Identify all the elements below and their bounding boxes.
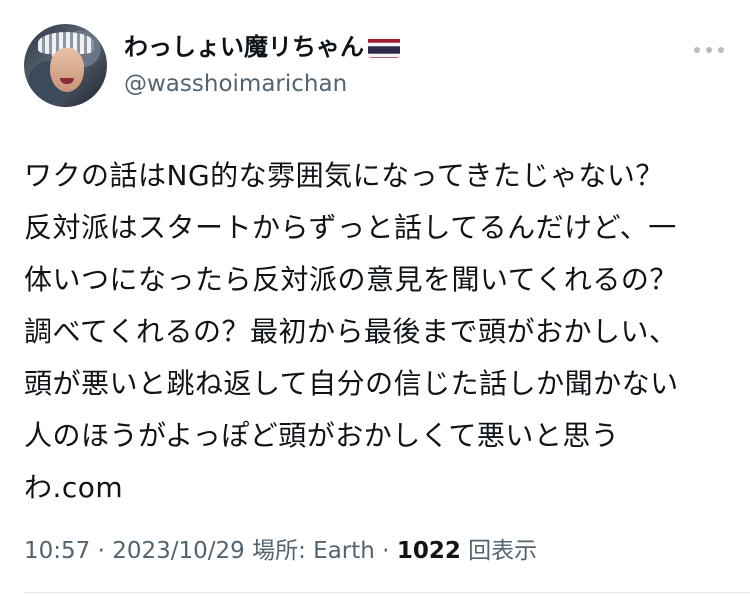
tweet-line: 反対派はスタートからずっと話してるんだけど、一 <box>24 211 677 244</box>
tweet-line: 調べてくれるの？最初から最後まで頭がおかしい、 <box>24 315 678 348</box>
display-name[interactable]: わっしょい魔リちゃん <box>124 30 364 64</box>
avatar-face <box>50 48 84 92</box>
tweet-text: ワクの話はNG的な雰囲気になってきたじゃない？ 反対派はスタートからずっと話して… <box>24 150 734 514</box>
tweet-line: 頭が悪いと跳ね返して自分の信じた話しか聞かない <box>24 367 679 400</box>
more-dot <box>706 47 712 53</box>
tweet-meta: 10:57 · 2023/10/29 場所: Earth · 1022 回表示 <box>24 534 537 568</box>
tweet-location: 場所: Earth <box>252 538 375 564</box>
display-name-row[interactable]: わっしょい魔リちゃん <box>124 30 400 64</box>
thailand-flag-icon <box>368 36 400 58</box>
tweet-line: 体いつになったら反対派の意見を聞いてくれるの？ <box>24 263 678 296</box>
divider <box>24 592 750 593</box>
meta-separator-3: · <box>374 538 397 564</box>
tweet-line: 人のほうがよっぽど頭がおかしくて悪いと思う <box>24 419 620 452</box>
tweet-line: ワクの話はNG的な雰囲気になってきたじゃない？ <box>24 159 664 192</box>
views-label: 回表示 <box>468 538 538 564</box>
views-count: 1022 <box>396 538 461 564</box>
avatar[interactable] <box>24 24 107 107</box>
tweet-line: わ.com <box>24 471 124 504</box>
meta-separator: · <box>90 538 113 564</box>
more-options-icon[interactable] <box>694 38 724 62</box>
more-dot <box>694 47 700 53</box>
more-dot <box>718 47 724 53</box>
user-handle[interactable]: @wasshoimarichan <box>124 68 347 100</box>
tweet-date[interactable]: 2023/10/29 <box>112 538 245 564</box>
tweet-time[interactable]: 10:57 <box>24 538 90 564</box>
